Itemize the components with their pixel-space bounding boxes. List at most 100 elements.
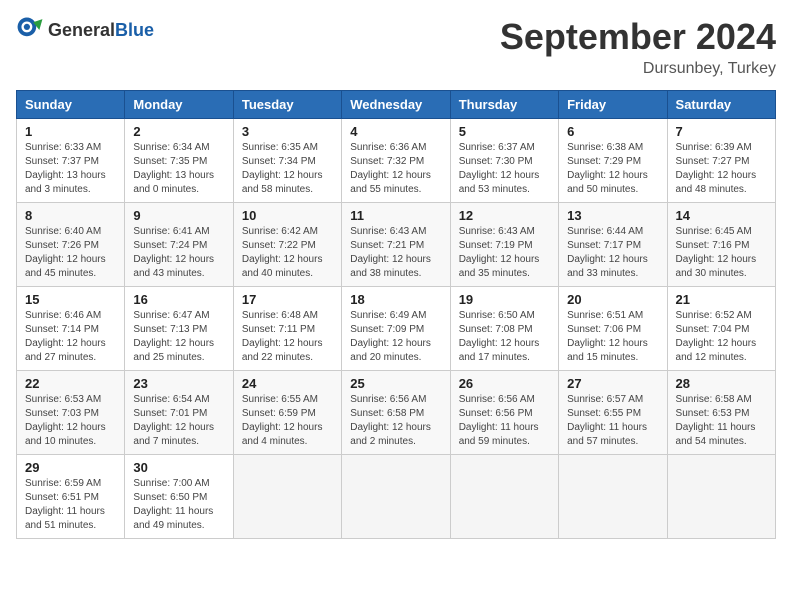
calendar-week-row: 1 Sunrise: 6:33 AMSunset: 7:37 PMDaylight… <box>17 119 776 203</box>
day-number: 2 <box>133 124 224 139</box>
calendar-cell: 25Sunrise: 6:56 AMSunset: 6:58 PMDayligh… <box>342 371 450 455</box>
calendar-cell: 20 Sunrise: 6:51 AMSunset: 7:06 PMDayligh… <box>559 287 667 371</box>
calendar-cell: 19 Sunrise: 6:50 AMSunset: 7:08 PMDayligh… <box>450 287 558 371</box>
day-number: 15 <box>25 292 116 307</box>
day-number: 19 <box>459 292 550 307</box>
cell-content: Sunrise: 6:34 AMSunset: 7:35 PMDaylight:… <box>133 141 224 197</box>
cell-content: Sunrise: 6:47 AMSunset: 7:13 PMDaylight:… <box>133 309 224 365</box>
calendar-cell: 28 Sunrise: 6:58 AMSunset: 6:53 PMDayligh… <box>667 371 775 455</box>
day-number: 9 <box>133 208 224 223</box>
calendar-cell: 5 Sunrise: 6:37 AMSunset: 7:30 PMDaylight… <box>450 119 558 203</box>
cell-content: Sunrise: 6:36 AMSunset: 7:32 PMDaylight:… <box>350 141 441 197</box>
calendar-cell: 10 Sunrise: 6:42 AMSunset: 7:22 PMDayligh… <box>233 203 341 287</box>
day-number: 16 <box>133 292 224 307</box>
month-year-title: September 2024 <box>500 16 776 58</box>
day-number: 26 <box>459 376 550 391</box>
cell-content: Sunrise: 6:39 AMSunset: 7:27 PMDaylight:… <box>676 141 767 197</box>
cell-content: Sunrise: 7:00 AMSunset: 6:50 PMDaylight:… <box>133 477 224 533</box>
col-header-tuesday: Tuesday <box>233 91 341 119</box>
cell-content: Sunrise: 6:43 AMSunset: 7:21 PMDaylight:… <box>350 225 441 281</box>
calendar-cell: 17Sunrise: 6:48 AMSunset: 7:11 PMDayligh… <box>233 287 341 371</box>
cell-content: Sunrise: 6:50 AMSunset: 7:08 PMDaylight:… <box>459 309 550 365</box>
col-header-thursday: Thursday <box>450 91 558 119</box>
logo-general: General <box>48 20 115 41</box>
calendar-cell: 12 Sunrise: 6:43 AMSunset: 7:19 PMDayligh… <box>450 203 558 287</box>
calendar-cell <box>667 455 775 539</box>
calendar-cell: 3 Sunrise: 6:35 AMSunset: 7:34 PMDaylight… <box>233 119 341 203</box>
calendar-cell <box>342 455 450 539</box>
calendar-cell: 16 Sunrise: 6:47 AMSunset: 7:13 PMDayligh… <box>125 287 233 371</box>
day-number: 5 <box>459 124 550 139</box>
calendar-cell: 26 Sunrise: 6:56 AMSunset: 6:56 PMDayligh… <box>450 371 558 455</box>
logo-icon <box>16 16 44 44</box>
calendar-cell: 15 Sunrise: 6:46 AMSunset: 7:14 PMDayligh… <box>17 287 125 371</box>
calendar-cell: 27Sunrise: 6:57 AMSunset: 6:55 PMDayligh… <box>559 371 667 455</box>
cell-content: Sunrise: 6:46 AMSunset: 7:14 PMDaylight:… <box>25 309 116 365</box>
calendar-cell: 8 Sunrise: 6:40 AMSunset: 7:26 PMDaylight… <box>17 203 125 287</box>
cell-content: Sunrise: 6:41 AMSunset: 7:24 PMDaylight:… <box>133 225 224 281</box>
cell-content: Sunrise: 6:58 AMSunset: 6:53 PMDaylight:… <box>676 393 767 449</box>
cell-content: Sunrise: 6:35 AMSunset: 7:34 PMDaylight:… <box>242 141 333 197</box>
day-number: 3 <box>242 124 333 139</box>
day-number: 14 <box>676 208 767 223</box>
cell-content: Sunrise: 6:52 AMSunset: 7:04 PMDaylight:… <box>676 309 767 365</box>
calendar-cell: 2 Sunrise: 6:34 AMSunset: 7:35 PMDaylight… <box>125 119 233 203</box>
col-header-saturday: Saturday <box>667 91 775 119</box>
day-number: 12 <box>459 208 550 223</box>
calendar-cell: 11Sunrise: 6:43 AMSunset: 7:21 PMDayligh… <box>342 203 450 287</box>
title-section: September 2024 Dursunbey, Turkey <box>500 16 776 78</box>
cell-content: Sunrise: 6:43 AMSunset: 7:19 PMDaylight:… <box>459 225 550 281</box>
cell-content: Sunrise: 6:56 AMSunset: 6:58 PMDaylight:… <box>350 393 441 449</box>
cell-content: Sunrise: 6:54 AMSunset: 7:01 PMDaylight:… <box>133 393 224 449</box>
calendar-cell: 7 Sunrise: 6:39 AMSunset: 7:27 PMDaylight… <box>667 119 775 203</box>
col-header-monday: Monday <box>125 91 233 119</box>
location-subtitle: Dursunbey, Turkey <box>500 60 776 78</box>
cell-content: Sunrise: 6:59 AMSunset: 6:51 PMDaylight:… <box>25 477 116 533</box>
logo-blue: Blue <box>115 20 154 41</box>
cell-content: Sunrise: 6:33 AMSunset: 7:37 PMDaylight:… <box>25 141 116 197</box>
col-header-sunday: Sunday <box>17 91 125 119</box>
calendar-cell: 23 Sunrise: 6:54 AMSunset: 7:01 PMDayligh… <box>125 371 233 455</box>
col-header-friday: Friday <box>559 91 667 119</box>
calendar-table: SundayMondayTuesdayWednesdayThursdayFrid… <box>16 90 776 539</box>
col-header-wednesday: Wednesday <box>342 91 450 119</box>
cell-content: Sunrise: 6:51 AMSunset: 7:06 PMDaylight:… <box>567 309 658 365</box>
day-number: 13 <box>567 208 658 223</box>
day-number: 30 <box>133 460 224 475</box>
calendar-cell: 1 Sunrise: 6:33 AMSunset: 7:37 PMDaylight… <box>17 119 125 203</box>
calendar-cell: 21 Sunrise: 6:52 AMSunset: 7:04 PMDayligh… <box>667 287 775 371</box>
day-number: 8 <box>25 208 116 223</box>
day-number: 21 <box>676 292 767 307</box>
cell-content: Sunrise: 6:42 AMSunset: 7:22 PMDaylight:… <box>242 225 333 281</box>
calendar-cell: 4Sunrise: 6:36 AMSunset: 7:32 PMDaylight… <box>342 119 450 203</box>
calendar-week-row: 29 Sunrise: 6:59 AMSunset: 6:51 PMDayligh… <box>17 455 776 539</box>
day-number: 7 <box>676 124 767 139</box>
day-number: 6 <box>567 124 658 139</box>
cell-content: Sunrise: 6:53 AMSunset: 7:03 PMDaylight:… <box>25 393 116 449</box>
cell-content: Sunrise: 6:38 AMSunset: 7:29 PMDaylight:… <box>567 141 658 197</box>
calendar-week-row: 22 Sunrise: 6:53 AMSunset: 7:03 PMDayligh… <box>17 371 776 455</box>
calendar-cell: 9 Sunrise: 6:41 AMSunset: 7:24 PMDaylight… <box>125 203 233 287</box>
page-header: General Blue September 2024 Dursunbey, T… <box>16 16 776 78</box>
day-number: 23 <box>133 376 224 391</box>
day-number: 20 <box>567 292 658 307</box>
day-number: 29 <box>25 460 116 475</box>
day-number: 28 <box>676 376 767 391</box>
calendar-week-row: 8 Sunrise: 6:40 AMSunset: 7:26 PMDaylight… <box>17 203 776 287</box>
day-number: 22 <box>25 376 116 391</box>
day-number: 1 <box>25 124 116 139</box>
calendar-cell: 13Sunrise: 6:44 AMSunset: 7:17 PMDayligh… <box>559 203 667 287</box>
cell-content: Sunrise: 6:40 AMSunset: 7:26 PMDaylight:… <box>25 225 116 281</box>
day-number: 18 <box>350 292 441 307</box>
calendar-cell <box>233 455 341 539</box>
calendar-header-row: SundayMondayTuesdayWednesdayThursdayFrid… <box>17 91 776 119</box>
calendar-cell: 24Sunrise: 6:55 AMSunset: 6:59 PMDayligh… <box>233 371 341 455</box>
cell-content: Sunrise: 6:56 AMSunset: 6:56 PMDaylight:… <box>459 393 550 449</box>
calendar-cell <box>450 455 558 539</box>
cell-content: Sunrise: 6:37 AMSunset: 7:30 PMDaylight:… <box>459 141 550 197</box>
cell-content: Sunrise: 6:49 AMSunset: 7:09 PMDaylight:… <box>350 309 441 365</box>
calendar-cell: 14Sunrise: 6:45 AMSunset: 7:16 PMDayligh… <box>667 203 775 287</box>
calendar-cell: 6 Sunrise: 6:38 AMSunset: 7:29 PMDaylight… <box>559 119 667 203</box>
calendar-cell: 30 Sunrise: 7:00 AMSunset: 6:50 PMDayligh… <box>125 455 233 539</box>
day-number: 10 <box>242 208 333 223</box>
